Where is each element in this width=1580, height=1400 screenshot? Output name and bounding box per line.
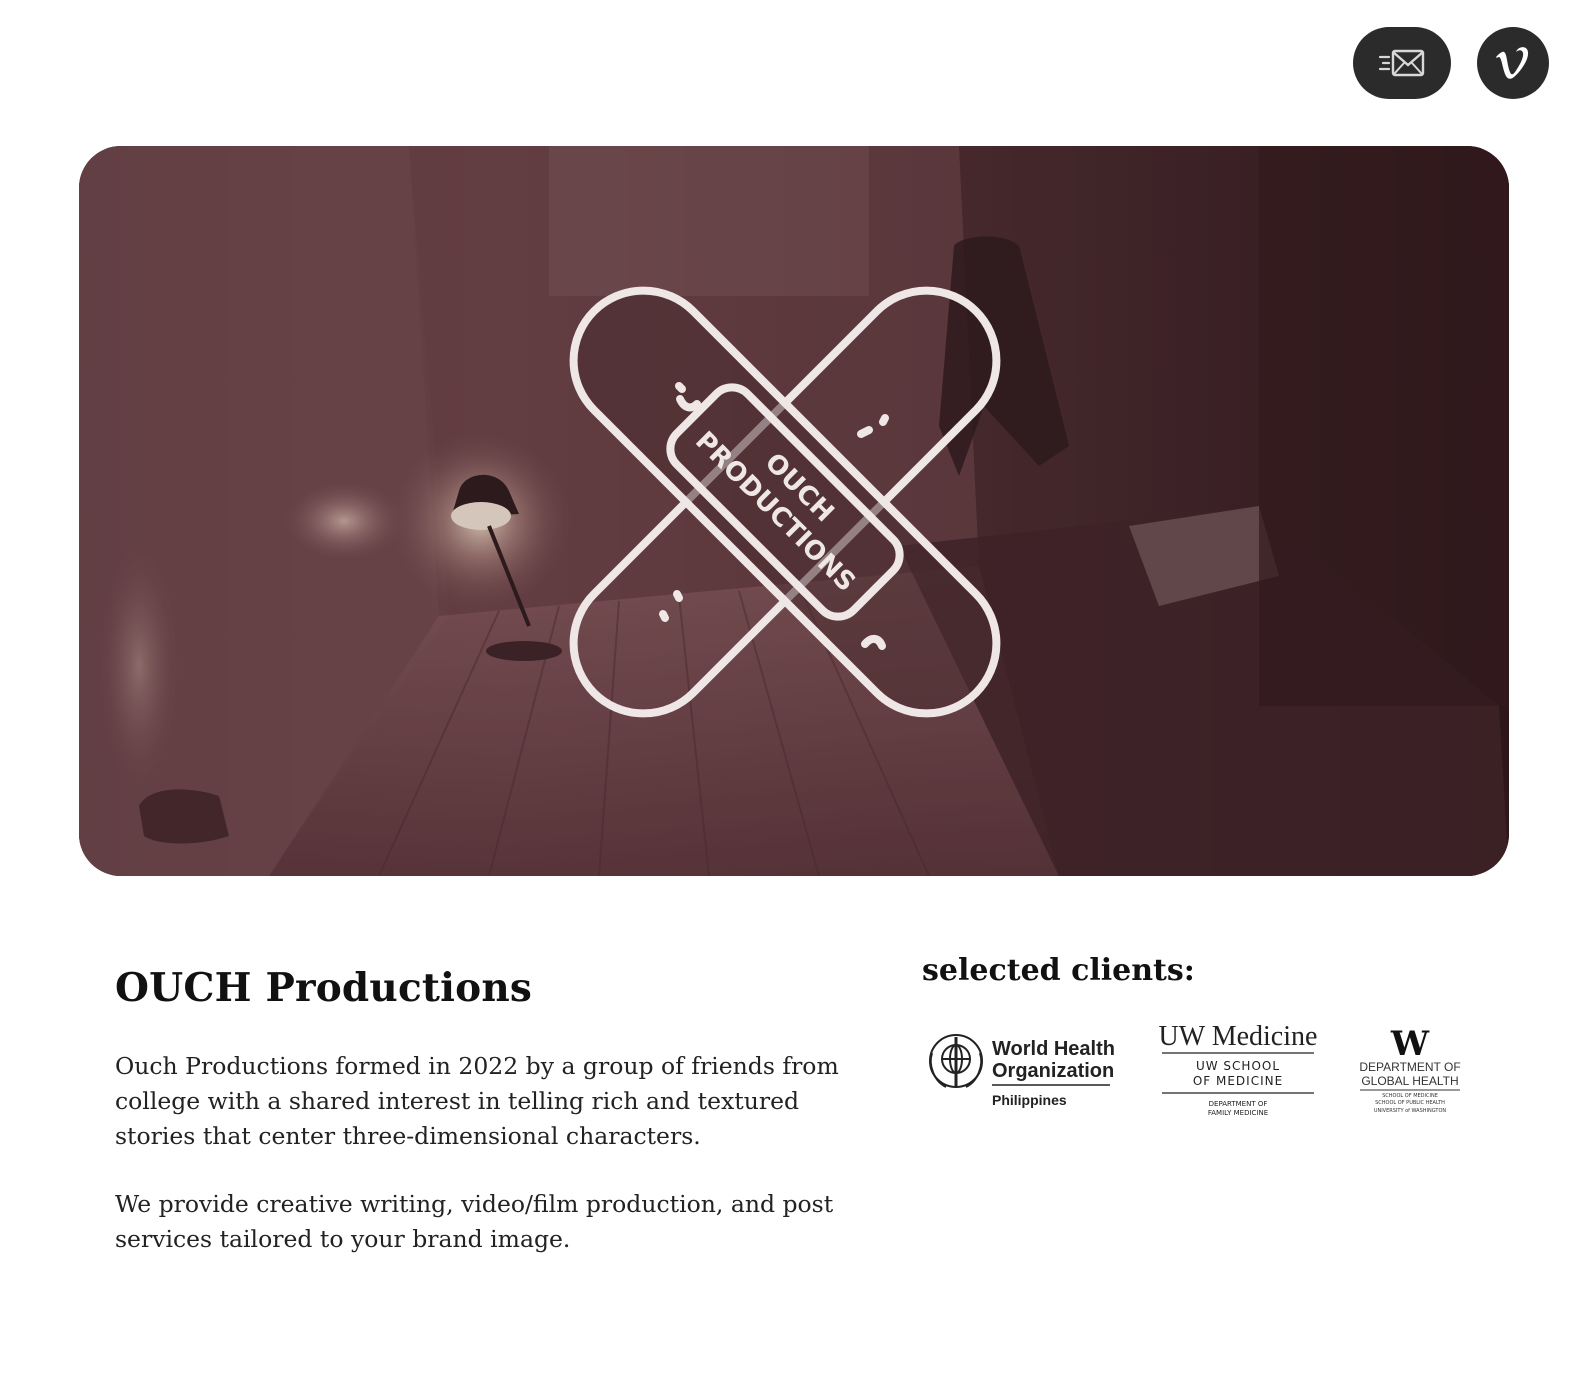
uw-line-5: FAMILY MEDICINE <box>1208 1109 1268 1117</box>
page-title: OUCH Productions <box>115 965 533 1011</box>
who-line-1: World Health <box>992 1038 1115 1060</box>
about-paragraph-2: We provide creative writing, video/film … <box>115 1190 834 1253</box>
uw-line-4: DEPARTMENT OF <box>1209 1100 1268 1108</box>
about-section: OUCH Productions Ouch Productions formed… <box>115 965 875 1257</box>
email-button[interactable] <box>1353 27 1451 99</box>
uw-line-1: UW Medicine <box>1159 1021 1318 1052</box>
who-line-3: Philippines <box>992 1092 1067 1108</box>
uw-line-3: OF MEDICINE <box>1193 1074 1283 1088</box>
vimeo-icon <box>1496 47 1529 79</box>
who-philippines-logo: World Health Organization Philippines <box>924 1025 1124 1115</box>
uw-line-2: UW SCHOOL <box>1196 1059 1280 1073</box>
gh-line-1: DEPARTMENT OF <box>1359 1060 1460 1074</box>
clients-section: selected clients: World Health Organizat… <box>922 953 1482 1117</box>
who-emblem-icon <box>929 1034 983 1088</box>
uw-medicine-logo: UW Medicine UW SCHOOL OF MEDICINE DEPART… <box>1158 1019 1318 1119</box>
clients-heading: selected clients: <box>922 953 1195 988</box>
gh-line-2: GLOBAL HEALTH <box>1361 1074 1458 1088</box>
uw-w-mark: W <box>1390 1024 1430 1064</box>
hero-image: OUCH PRODUCTIONS <box>79 146 1509 876</box>
mail-send-icon <box>1378 49 1425 77</box>
about-paragraph-1: Ouch Productions formed in 2022 by a gro… <box>115 1052 839 1150</box>
gh-line-3: SCHOOL OF MEDICINE <box>1382 1093 1438 1099</box>
gh-line-5: UNIVERSITY of WASHINGTON <box>1374 1108 1447 1114</box>
gh-line-4: SCHOOL OF PUBLIC HEALTH <box>1375 1100 1445 1106</box>
header-icons <box>1353 27 1549 101</box>
who-line-2: Organization <box>992 1060 1114 1082</box>
vimeo-button[interactable] <box>1477 27 1549 99</box>
global-health-logo: W DEPARTMENT OF GLOBAL HEALTH SCHOOL OF … <box>1358 1023 1468 1119</box>
